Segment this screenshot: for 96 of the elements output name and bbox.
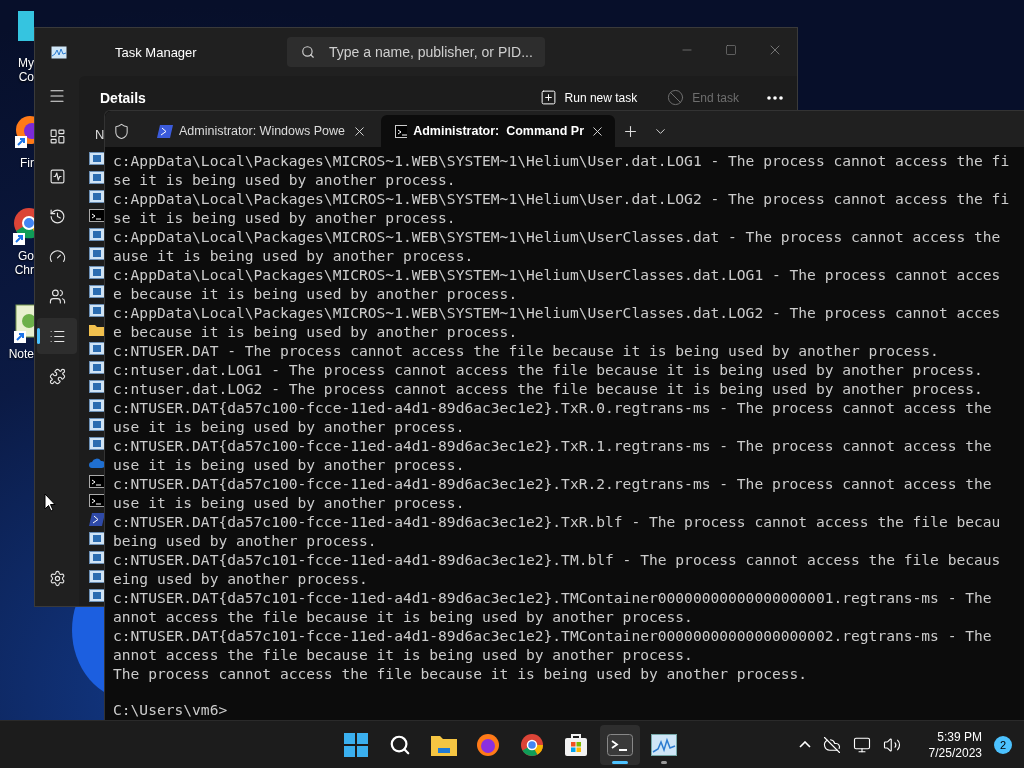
console-line: c:ntuser.dat.LOG1 - The process cannot access the file because it is being used by another process. [113, 360, 984, 379]
notepad-icon[interactable] [14, 303, 34, 343]
notification-badge[interactable]: 2 [994, 735, 1012, 754]
console-line: being used by another process. [113, 531, 378, 550]
console-line: c:NTUSER.DAT{da57c100-fcce-11ed-a4d1-89d6ac3ec1e2}.TxR.2.regtrans-ms - The process cannot access the [113, 474, 993, 493]
console-line: e because it is being used by another process. [113, 284, 519, 303]
users-icon [48, 287, 66, 305]
taskbar-app-button[interactable] [600, 724, 640, 765]
app-window-icon [89, 171, 105, 184]
folder-icon [431, 733, 457, 756]
app-window-icon [89, 399, 105, 412]
app-window-icon [89, 152, 105, 165]
app-window-icon [89, 589, 105, 602]
powershell-icon [157, 124, 173, 138]
command-prompt: C:\Users\vm6> [113, 702, 229, 718]
more-button[interactable] [767, 95, 783, 100]
console-line: use it is being used by another process. [113, 493, 466, 512]
prohibited-icon [667, 89, 685, 106]
app-window-icon [89, 285, 105, 298]
search-field[interactable]: Type a name, publisher, or PID... [287, 37, 545, 67]
chevron-up-icon [798, 741, 811, 748]
console-line: c:AppData\Local\Packages\MICROS~1.WEB\SYSTEM~1\Helium\UserClasses.dat - The process cannot access the [113, 227, 1002, 246]
console-line: eing used by another process. [113, 569, 369, 588]
app-window-icon [89, 304, 105, 317]
more-icon [767, 95, 783, 100]
tab-title: Administrator: Windows Powe [179, 124, 346, 138]
console-line: c:NTUSER.DAT{da57c100-fcce-11ed-a4d1-89d6ac3ec1e2}.TxR.0.regtrans-ms - The process cannot access the [113, 398, 993, 417]
desktop-icon-label: Fir [19, 156, 34, 170]
cloud-icon [89, 457, 105, 468]
gauge-icon [48, 247, 66, 265]
app-window-icon [89, 532, 105, 545]
console-line: c:AppData\Local\Packages\MICROS~1.WEB\SYSTEM~1\Helium\User.dat.LOG1 - The process cannot access the fi [113, 151, 1011, 170]
puzzle-icon [48, 367, 66, 385]
console-line: annot access the file because it is being used by another process. [113, 607, 694, 626]
nav-item[interactable] [37, 318, 77, 354]
console-line: c:NTUSER.DAT{da57c100-fcce-11ed-a4d1-89d6ac3ec1e2}.TxR.1.regtrans-ms - The process cannot access the [113, 436, 993, 455]
app-window-icon [89, 570, 105, 583]
terminal-tab[interactable]: Administrator: Windows Powe [143, 115, 377, 147]
console-line: use it is being used by another process. [113, 455, 466, 474]
app-window-icon [89, 551, 105, 564]
powershell-icon [89, 513, 105, 526]
app-window-icon [89, 361, 105, 374]
folder-icon [89, 323, 105, 336]
column-header[interactable]: N [95, 127, 105, 143]
tab-title: Administrator: Command Pr [413, 124, 584, 138]
console-line: c:NTUSER.DAT{da57c101-fcce-11ed-a4d1-89d6ac3ec1e2}.TM.blf - The process cannot access the file becaus [113, 550, 1002, 569]
console-line: use it is being used by another process. [113, 417, 466, 436]
app-window-icon [89, 190, 105, 203]
window-title: Task Manager [115, 44, 198, 60]
chart-window-icon [51, 45, 67, 59]
chart-window-icon [651, 733, 677, 756]
menu-icon [48, 87, 66, 105]
history-icon [48, 207, 66, 225]
store-bag-icon [564, 732, 588, 757]
console-line: c:NTUSER.DAT - The process cannot access the file because it is being used by another process. [113, 341, 940, 360]
mouse-pointer-icon [44, 493, 56, 512]
desktop-icon-label: Go Chr [13, 249, 34, 277]
search-icon [389, 733, 411, 756]
console-line: ause it is being used by another process. [113, 246, 475, 265]
console-line: c:AppData\Local\Packages\MICROS~1.WEB\SYSTEM~1\Helium\UserClasses.dat.LOG1 - The process cannot acces [113, 265, 1002, 284]
terminal-tab[interactable]: Administrator: Command Pr [381, 115, 615, 147]
shield-icon [113, 122, 130, 140]
console-line: The process cannot access the file because it is being used by another process. [113, 664, 809, 683]
app-window-icon [89, 266, 105, 279]
app-window-icon [89, 380, 105, 393]
console-line: c:NTUSER.DAT{da57c100-fcce-11ed-a4d1-89d6ac3ec1e2}.TxR.blf - The process cannot access the file becau [113, 512, 1002, 531]
grid-icon [48, 127, 66, 145]
console-line: annot access the file because it is being used by another process. [113, 645, 694, 664]
app-window-icon [89, 342, 105, 355]
console-line: c:AppData\Local\Packages\MICROS~1.WEB\SYSTEM~1\Helium\User.dat.LOG2 - The process cannot access the fi [113, 189, 1011, 208]
app-window-icon [89, 228, 105, 241]
windows-logo-icon [344, 732, 368, 757]
terminal-icon [607, 733, 633, 756]
console-line: c:AppData\Local\Packages\MICROS~1.WEB\SYSTEM~1\Helium\UserClasses.dat.LOG2 - The process cannot acces [113, 303, 1002, 322]
console-line: se it is being used by another process. [113, 208, 457, 227]
console-icon [395, 124, 408, 138]
plus-square-icon [539, 89, 557, 106]
run-task-button[interactable]: Run new task [533, 85, 644, 110]
console-line: c:ntuser.dat.LOG2 - The process cannot access the file because it is being used by another process. [113, 379, 984, 398]
maximize-icon [725, 44, 737, 56]
desktop-icon-label: My Co [17, 56, 34, 84]
app-window-icon [89, 247, 105, 260]
settings-icon [48, 569, 66, 587]
chrome-icon [520, 732, 544, 757]
activity-icon [48, 167, 66, 185]
search-icon [301, 45, 315, 59]
console-line: c:NTUSER.DAT{da57c101-fcce-11ed-a4d1-89d6ac3ec1e2}.TMContainer00000000000000000002.regtrans-ms - The [113, 626, 993, 645]
console-line: se it is being used by another process. [113, 170, 457, 189]
clock[interactable]: 5:39 PM 7/25/2023 [924, 728, 986, 761]
page-title: Details [100, 89, 147, 106]
desktop-icon-label: Note [7, 347, 34, 361]
firefox-icon [476, 732, 500, 757]
app-window-icon [89, 437, 105, 450]
app-window-icon [89, 418, 105, 431]
console-line: c:NTUSER.DAT{da57c101-fcce-11ed-a4d1-89d6ac3ec1e2}.TMContainer00000000000000000001.regtrans-ms - The [113, 588, 993, 607]
console-line: e because it is being used by another process. [113, 322, 519, 341]
